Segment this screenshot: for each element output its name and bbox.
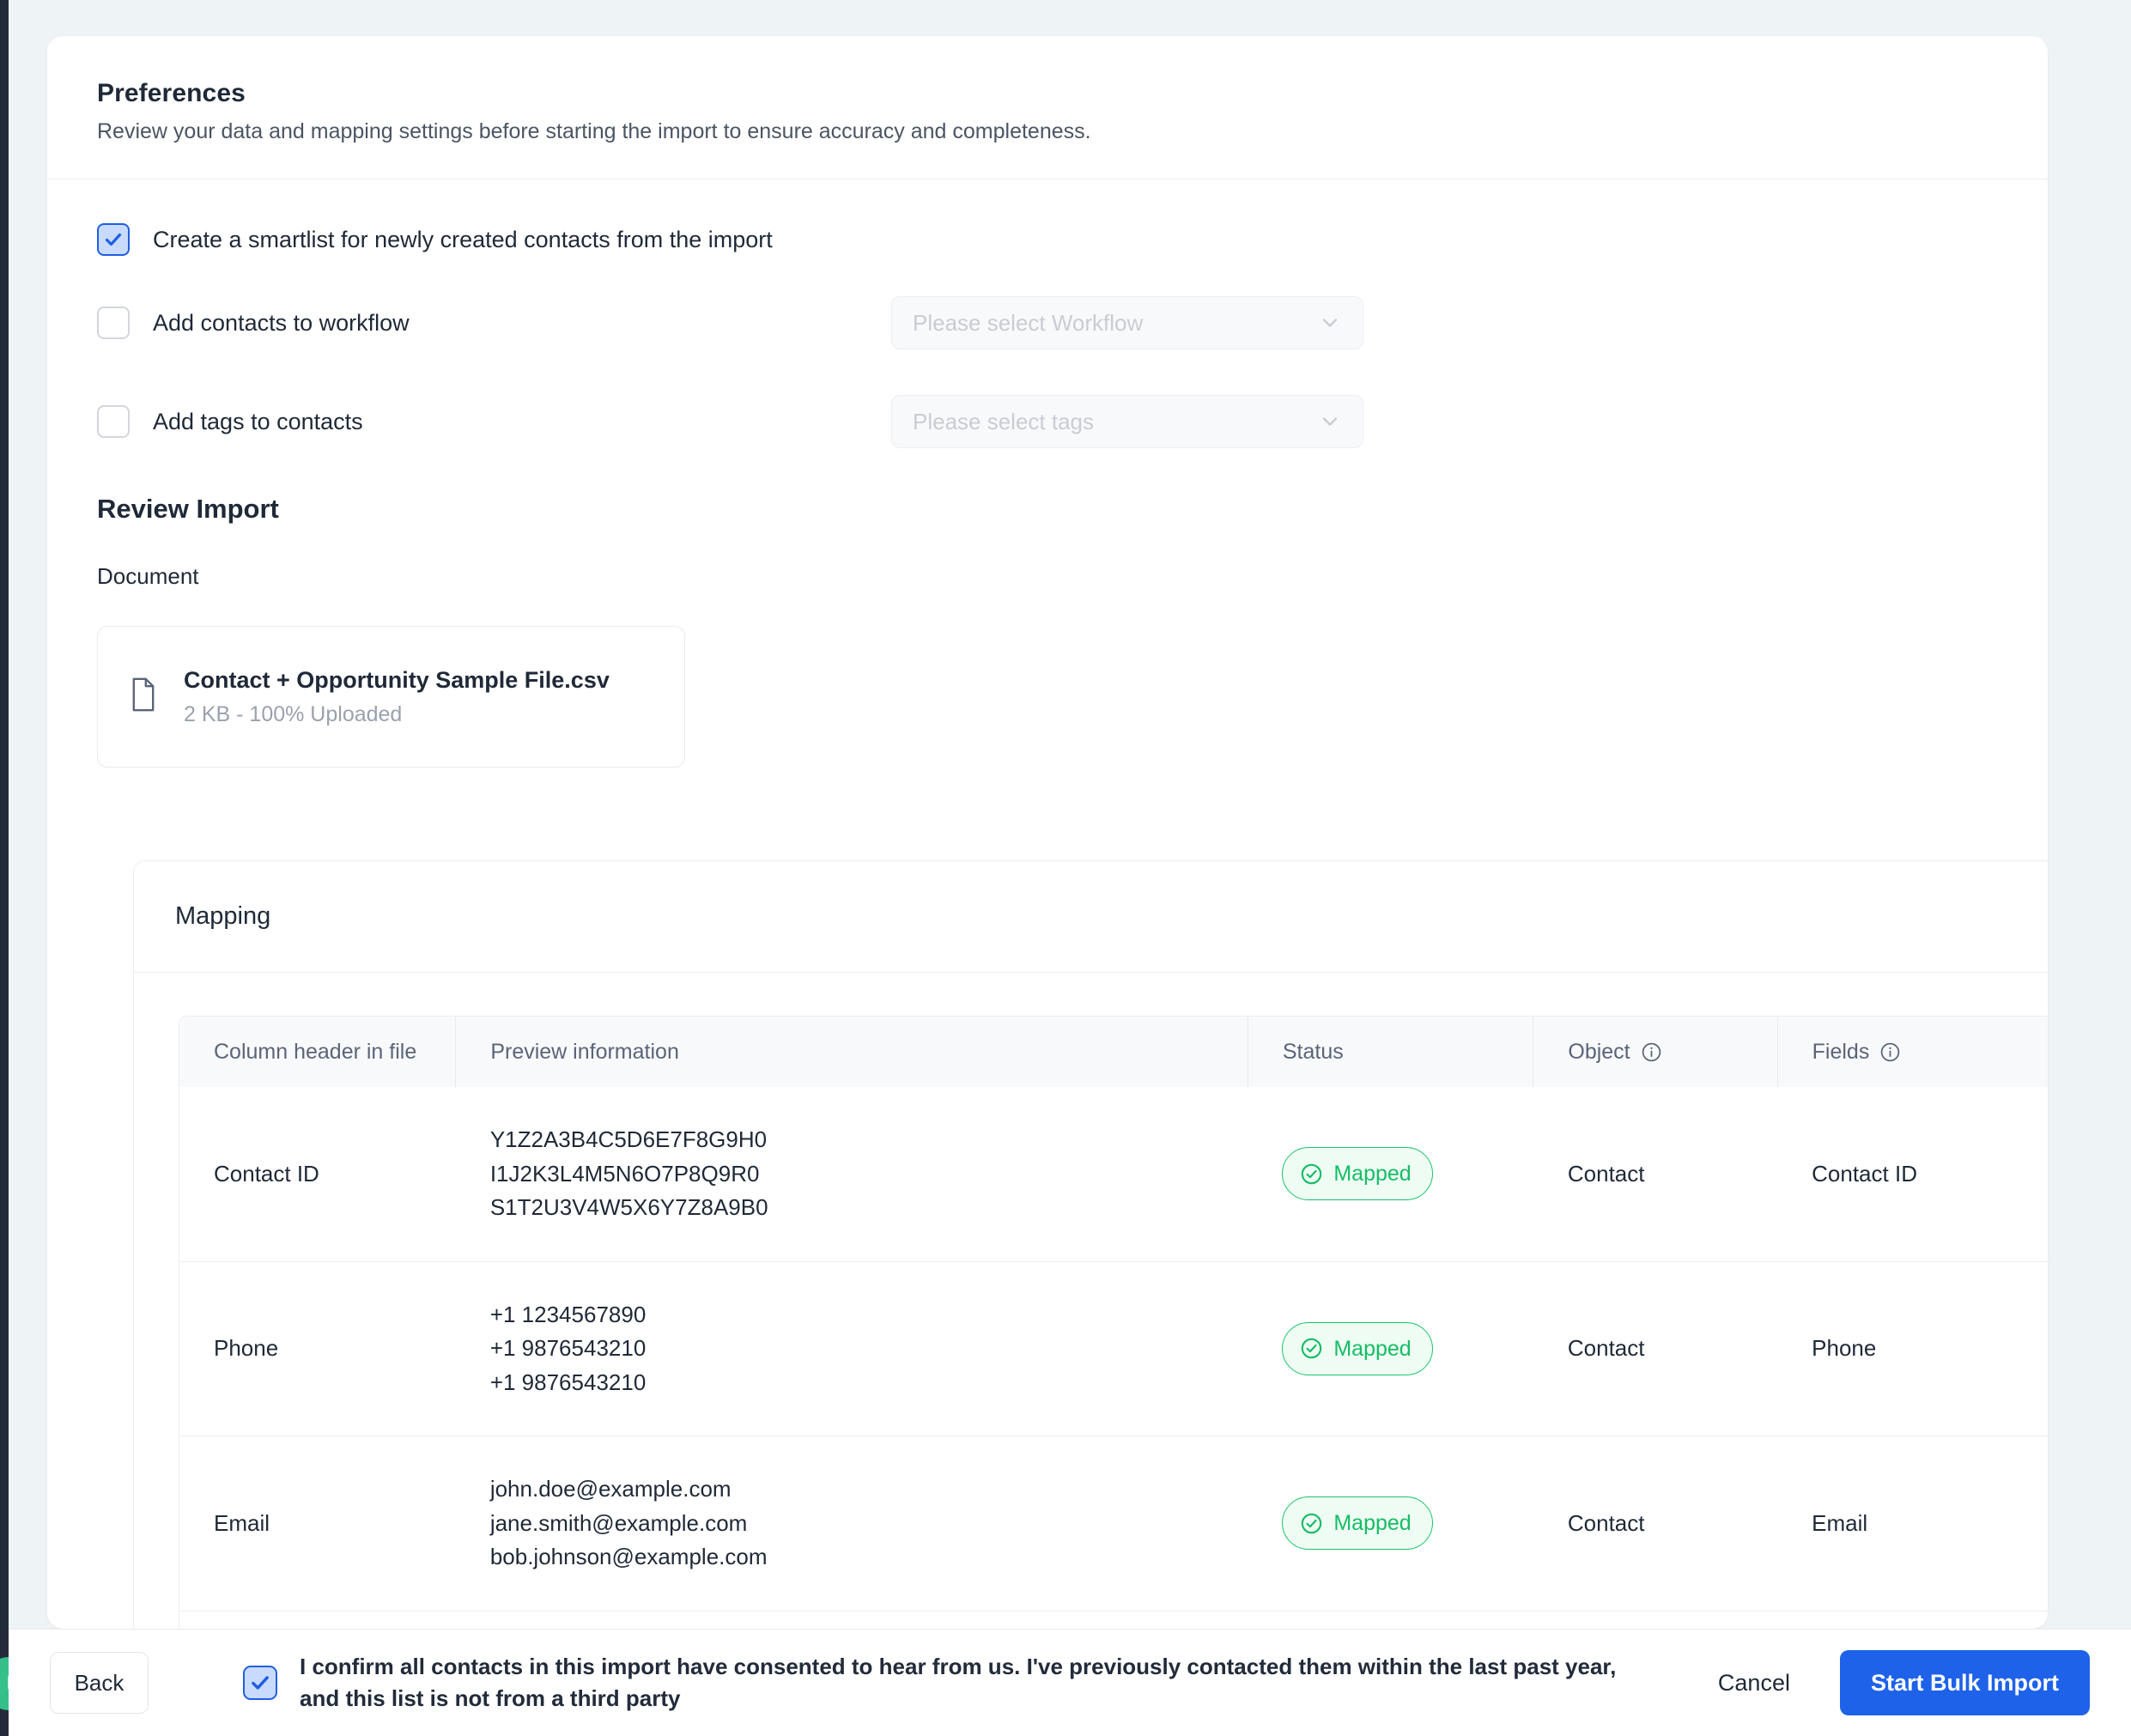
- smartlist-checkbox[interactable]: [97, 223, 130, 256]
- tags-label: Add tags to contacts: [153, 408, 363, 434]
- cell-column-header: Email: [179, 1436, 456, 1612]
- mapping-header-row: Column header in file Preview informatio…: [179, 1017, 2048, 1087]
- cell-object: Contact: [1533, 1610, 1778, 1629]
- review-import-title: Review Import: [97, 494, 279, 524]
- cell-status: Mapped: [1248, 1260, 1533, 1436]
- check-icon: [252, 1676, 269, 1690]
- file-meta: 2 KB - 100% Uploaded: [184, 702, 403, 727]
- consent-group: I confirm all contacts in this import ha…: [243, 1651, 1639, 1715]
- cell-field: First Name: [1777, 1610, 2048, 1629]
- smartlist-label: Create a smartlist for newly created con…: [153, 226, 773, 252]
- workflow-label: Add contacts to workflow: [153, 309, 410, 336]
- info-icon[interactable]: [1879, 1041, 1901, 1063]
- back-button[interactable]: Back: [50, 1652, 149, 1714]
- preferences-list: Create a smartlist for newly created con…: [47, 179, 2048, 448]
- status-badge-label: Mapped: [1333, 1162, 1412, 1187]
- left-nav-rail: [0, 0, 9, 1736]
- cell-column-header: Phone: [179, 1260, 456, 1436]
- th-label: Fields: [1812, 1039, 1870, 1064]
- file-icon: [129, 677, 158, 717]
- status-badge: Mapped: [1282, 1496, 1433, 1551]
- tags-select-placeholder: Please select tags: [913, 408, 1095, 434]
- workflow-select-placeholder: Please select Workflow: [913, 309, 1144, 336]
- uploaded-file-card[interactable]: Contact + Opportunity Sample File.csv 2 …: [97, 626, 685, 768]
- consent-text: I confirm all contacts in this import ha…: [300, 1654, 1617, 1711]
- status-badge: Mapped: [1282, 1147, 1433, 1201]
- th-label: Preview information: [490, 1039, 679, 1064]
- check-circle-icon: [1302, 1338, 1322, 1359]
- table-row: First NameJohn JaneMappedContactFirst Na…: [179, 1610, 2048, 1629]
- cell-object: Contact: [1533, 1260, 1778, 1436]
- mapping-table-body: Contact ID Y1Z2A3B4C5D6E7F8G9H0 I1J2K3L4M…: [179, 1087, 2048, 1629]
- cell-object: Contact: [1567, 1160, 1645, 1187]
- table-row: Email john.doe@example.com jane.smith@exa…: [179, 1436, 2048, 1612]
- start-bulk-import-button[interactable]: Start Bulk Import: [1839, 1650, 2090, 1715]
- tags-select[interactable]: Please select tags: [891, 395, 1363, 448]
- cell-status: Mapped: [1248, 1610, 1533, 1629]
- page-title: Preferences: [97, 79, 246, 107]
- tags-checkbox[interactable]: [97, 405, 130, 438]
- cell-field: Email: [1777, 1436, 2048, 1612]
- status-badge-label: Mapped: [1333, 1336, 1412, 1361]
- page-subtitle: Review your data and mapping settings be…: [97, 119, 1091, 143]
- check-icon: [105, 233, 122, 246]
- table-row: Contact ID Y1Z2A3B4C5D6E7F8G9H0 I1J2K3L4M…: [179, 1087, 2048, 1261]
- cell-column-header: First Name: [179, 1610, 456, 1629]
- th-status: Status: [1248, 1017, 1534, 1087]
- chevron-down-icon: [1322, 319, 1338, 327]
- check-circle-icon: [1302, 1513, 1322, 1534]
- th-preview: Preview information: [455, 1017, 1248, 1087]
- mapping-table-head: Column header in file Preview informatio…: [179, 1017, 2048, 1087]
- footer-actions: Cancel Start Bulk Import: [1718, 1650, 2131, 1715]
- th-label: Column header in file: [214, 1039, 417, 1064]
- preference-row-smartlist: Create a smartlist for newly created con…: [97, 221, 2048, 258]
- card-header: Preferences Review your data and mapping…: [47, 36, 2048, 144]
- preference-row-workflow: Add contacts to workflow Please select W…: [97, 296, 2048, 349]
- workflow-checkbox[interactable]: [97, 307, 130, 339]
- info-icon[interactable]: [1641, 1041, 1662, 1063]
- footer-bar: Back I confirm all contacts in this impo…: [9, 1629, 2131, 1736]
- th-fields: Fields: [1777, 1017, 2048, 1087]
- mapping-divider: [134, 972, 2048, 973]
- cell-preview: john.doe@example.com jane.smith@example.…: [455, 1436, 1248, 1612]
- file-name: Contact + Opportunity Sample File.csv: [184, 666, 610, 693]
- consent-checkbox[interactable]: [243, 1666, 277, 1700]
- mapping-card: Mapping Column header in file Preview in…: [133, 860, 2048, 1629]
- table-row: Phone +1 1234567890 +1 9876543210 +1 9876…: [179, 1260, 2048, 1436]
- cell-object: Contact: [1533, 1436, 1778, 1612]
- document-label: Document: [97, 563, 199, 589]
- status-badge: Mapped: [1282, 1321, 1433, 1375]
- cell-status: Mapped: [1248, 1087, 1533, 1261]
- status-badge-label: Mapped: [1333, 1511, 1412, 1536]
- cell-preview: +1 1234567890 +1 9876543210 +1 987654321…: [455, 1260, 1248, 1436]
- cell-preview: John Jane: [455, 1610, 1248, 1629]
- cell-field: Contact ID: [1812, 1160, 1917, 1187]
- cell-preview: Y1Z2A3B4C5D6E7F8G9H0 I1J2K3L4M5N6O7P8Q9R…: [489, 1126, 768, 1221]
- preferences-card: Preferences Review your data and mapping…: [47, 36, 2048, 1629]
- workflow-select[interactable]: Please select Workflow: [891, 296, 1363, 349]
- preference-row-tags: Add tags to contacts Please select tags: [97, 395, 2048, 448]
- mapping-table: Column header in file Preview informatio…: [179, 1017, 2048, 1629]
- cancel-button[interactable]: Cancel: [1718, 1670, 1790, 1697]
- cell-column-header: Contact ID: [214, 1160, 319, 1187]
- check-circle-icon: [1302, 1163, 1322, 1185]
- th-column-header: Column header in file: [179, 1017, 457, 1087]
- cell-field: Phone: [1777, 1260, 2048, 1436]
- th-object: Object: [1533, 1017, 1778, 1087]
- th-label: Status: [1282, 1039, 1344, 1064]
- chevron-down-icon: [1322, 417, 1338, 426]
- mapping-table-wrap: Column header in file Preview informatio…: [179, 1016, 2048, 1629]
- cell-status: Mapped: [1248, 1436, 1533, 1612]
- th-label: Object: [1568, 1039, 1630, 1064]
- mapping-title: Mapping: [175, 902, 271, 930]
